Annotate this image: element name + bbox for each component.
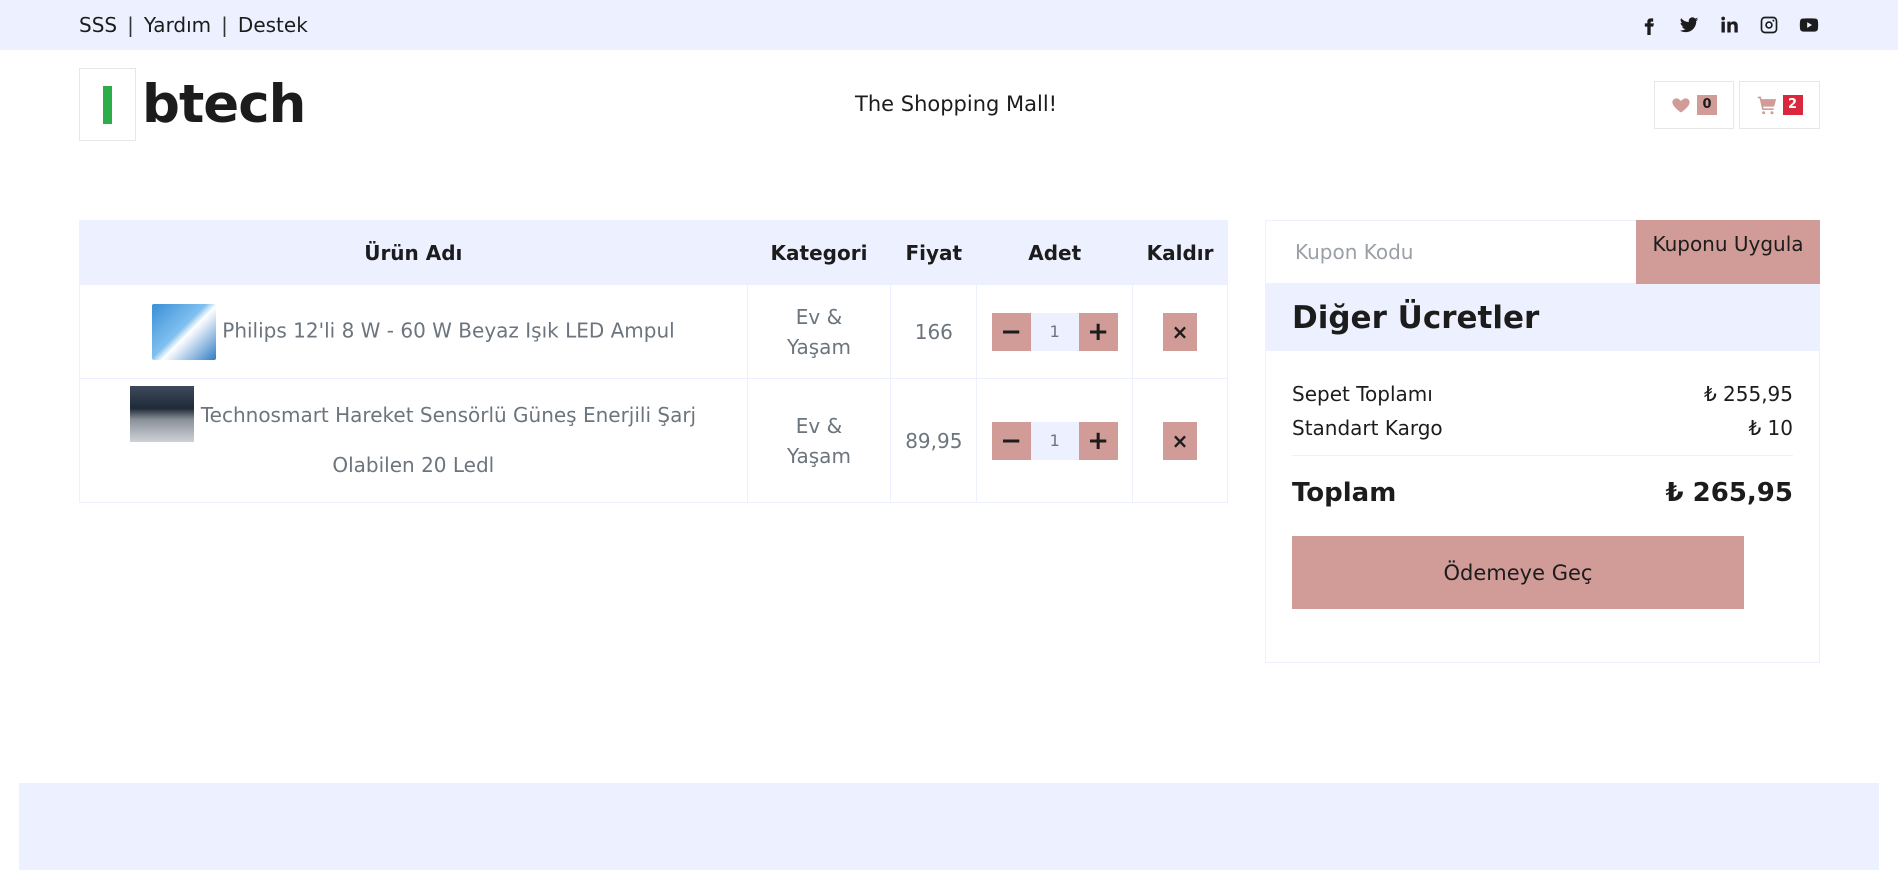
table-row: Technosmart Hareket Sensörlü Güneş Enerj… bbox=[79, 378, 1228, 503]
link-separator: | bbox=[221, 13, 228, 37]
product-price: 166 bbox=[890, 284, 978, 379]
increase-quantity-button[interactable]: + bbox=[1078, 312, 1118, 351]
product-category: Ev & Yaşam bbox=[746, 284, 892, 379]
link-separator: | bbox=[127, 13, 134, 37]
checkout-button[interactable]: Ödemeye Geç bbox=[1292, 536, 1744, 609]
youtube-icon[interactable] bbox=[1798, 14, 1820, 36]
product-image[interactable] bbox=[130, 386, 195, 442]
shipping-value: ₺ 10 bbox=[1748, 416, 1793, 440]
site-logo[interactable]: btech bbox=[79, 68, 306, 141]
remove-cell: × bbox=[1132, 284, 1228, 379]
footer bbox=[19, 783, 1879, 870]
shopping-cart-icon bbox=[1757, 96, 1776, 115]
column-header-quantity: Adet bbox=[976, 220, 1134, 285]
decrease-quantity-button[interactable]: − bbox=[991, 312, 1031, 351]
help-link[interactable]: Yardım bbox=[144, 13, 211, 37]
subtotal-row: Sepet Toplamı ₺ 255,95 bbox=[1292, 377, 1793, 411]
quantity-stepper: − 1 + bbox=[991, 421, 1118, 460]
apply-coupon-button[interactable]: Kuponu Uygula bbox=[1636, 220, 1820, 284]
total-row: Toplam ₺ 265,95 bbox=[1266, 456, 1819, 508]
quantity-cell: − 1 + bbox=[976, 284, 1134, 379]
cart-button[interactable]: 2 bbox=[1739, 81, 1820, 129]
shipping-label: Standart Kargo bbox=[1292, 416, 1443, 440]
decrease-quantity-button[interactable]: − bbox=[991, 421, 1031, 460]
cart-table: Ürün Adı Kategori Fiyat Adet Kaldır Phil… bbox=[79, 220, 1228, 503]
order-summary: Diğer Ücretler Sepet Toplamı ₺ 255,95 St… bbox=[1265, 284, 1820, 663]
total-value: ₺ 265,95 bbox=[1665, 478, 1793, 508]
increase-quantity-button[interactable]: + bbox=[1078, 421, 1118, 460]
coupon-form: Kuponu Uygula bbox=[1265, 220, 1820, 284]
facebook-icon[interactable] bbox=[1638, 14, 1660, 36]
top-bar: SSS | Yardım | Destek bbox=[0, 0, 1898, 50]
instagram-icon[interactable] bbox=[1758, 14, 1780, 36]
column-header-product: Ürün Adı bbox=[79, 220, 748, 285]
wishlist-button[interactable]: 0 bbox=[1654, 81, 1734, 129]
shipping-row: Standart Kargo ₺ 10 bbox=[1292, 411, 1793, 445]
table-row: Philips 12'li 8 W - 60 W Beyaz Işık LED … bbox=[79, 284, 1228, 379]
product-cell: Technosmart Hareket Sensörlü Güneş Enerj… bbox=[79, 378, 748, 503]
product-image[interactable] bbox=[151, 303, 216, 360]
remove-item-button[interactable]: × bbox=[1163, 421, 1198, 460]
linkedin-icon[interactable] bbox=[1718, 14, 1740, 36]
site-tagline: The Shopping Mall! bbox=[855, 92, 1058, 116]
product-price: 89,95 bbox=[890, 378, 978, 503]
remove-item-button[interactable]: × bbox=[1163, 312, 1198, 351]
support-link[interactable]: Destek bbox=[238, 13, 308, 37]
wishlist-count: 0 bbox=[1697, 95, 1717, 115]
logo-mark bbox=[79, 68, 136, 141]
quantity-input[interactable]: 1 bbox=[1030, 421, 1079, 460]
faq-link[interactable]: SSS bbox=[79, 13, 117, 37]
summary-title: Diğer Ücretler bbox=[1266, 285, 1819, 351]
quantity-stepper: − 1 + bbox=[991, 312, 1118, 351]
subtotal-label: Sepet Toplamı bbox=[1292, 382, 1433, 406]
remove-cell: × bbox=[1132, 378, 1228, 503]
cart-count: 2 bbox=[1782, 95, 1803, 115]
quantity-input[interactable]: 1 bbox=[1030, 312, 1079, 351]
column-header-category: Kategori bbox=[746, 220, 892, 285]
column-header-price: Fiyat bbox=[890, 220, 978, 285]
column-header-remove: Kaldır bbox=[1132, 220, 1228, 285]
heart-icon bbox=[1672, 98, 1690, 113]
product-cell: Philips 12'li 8 W - 60 W Beyaz Işık LED … bbox=[79, 284, 748, 379]
product-name[interactable]: Technosmart Hareket Sensörlü Güneş Enerj… bbox=[201, 403, 696, 477]
top-links: SSS | Yardım | Destek bbox=[79, 0, 308, 50]
social-links bbox=[1638, 0, 1820, 50]
logo-text: btech bbox=[142, 74, 306, 135]
twitter-icon[interactable] bbox=[1678, 14, 1700, 36]
total-label: Toplam bbox=[1292, 478, 1397, 508]
coupon-code-input[interactable] bbox=[1265, 220, 1636, 284]
quantity-cell: − 1 + bbox=[976, 378, 1134, 503]
table-header-row: Ürün Adı Kategori Fiyat Adet Kaldır bbox=[79, 220, 1228, 285]
product-category: Ev & Yaşam bbox=[746, 378, 892, 503]
product-name[interactable]: Philips 12'li 8 W - 60 W Beyaz Işık LED … bbox=[222, 318, 674, 342]
subtotal-value: ₺ 255,95 bbox=[1703, 382, 1793, 406]
